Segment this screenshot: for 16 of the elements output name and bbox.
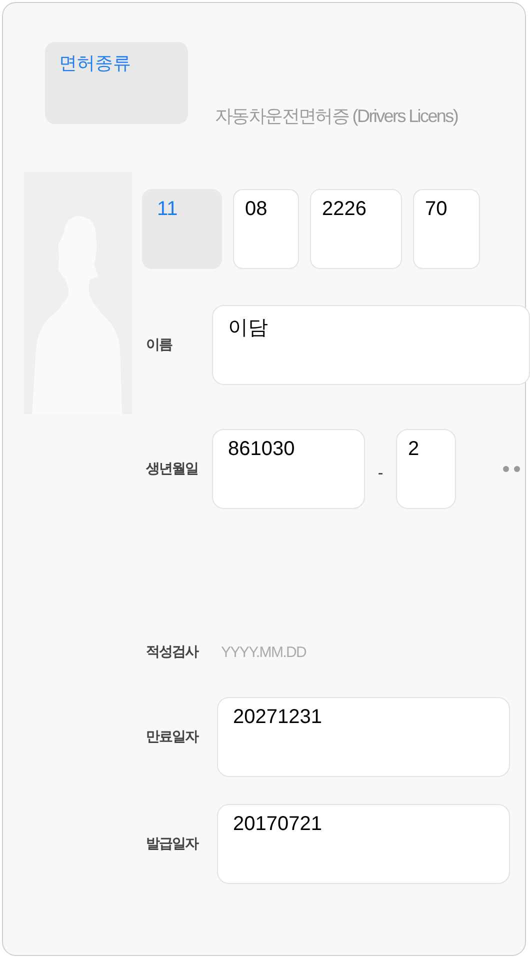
field-label: 만료일자 xyxy=(145,728,200,746)
field-label: 적성검사 xyxy=(145,643,200,661)
input-field[interactable]: 20170721 xyxy=(217,804,510,884)
field-label: 발급일자 xyxy=(145,835,200,853)
card-title: 자동차운전면허증 (Drivers Licens) xyxy=(215,105,458,128)
input-field[interactable]: 2 xyxy=(396,429,456,509)
masked-dots-icon xyxy=(503,466,520,472)
input-field[interactable]: 20271231 xyxy=(217,697,510,777)
field-label: 생년월일 xyxy=(145,460,199,478)
separator-text: - xyxy=(376,464,384,483)
input-field[interactable]: 861030 xyxy=(212,429,365,509)
input-field[interactable]: 70 xyxy=(413,189,480,269)
field-label: 이름 xyxy=(145,336,174,354)
input-field[interactable]: 2226 xyxy=(310,189,402,269)
input-field[interactable]: 08 xyxy=(233,189,299,269)
input-field[interactable]: 이담 xyxy=(212,305,530,385)
